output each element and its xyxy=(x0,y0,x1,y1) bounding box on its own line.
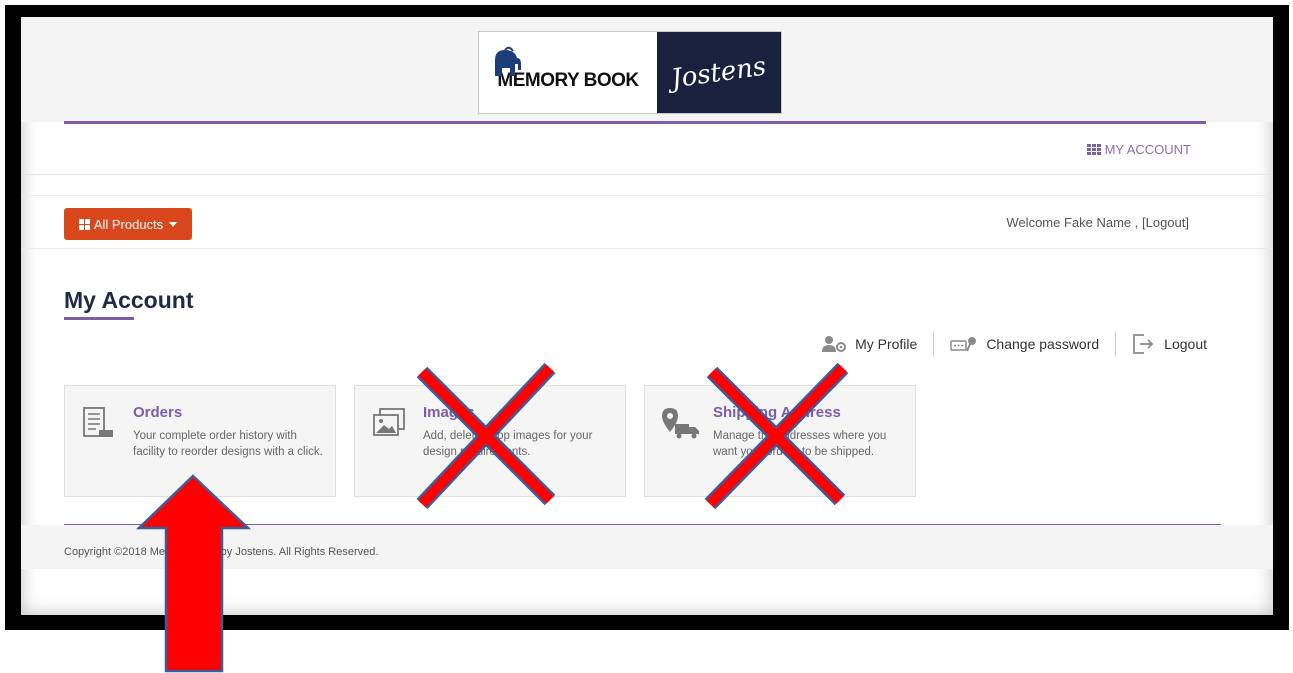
images-icon xyxy=(373,408,405,436)
logout-icon xyxy=(1133,334,1154,354)
grid-icon xyxy=(1086,144,1101,155)
change-password-link[interactable]: Change password xyxy=(934,335,1115,353)
my-profile-link[interactable]: My Profile xyxy=(805,335,933,353)
card-title[interactable]: Shipping Address xyxy=(713,404,841,421)
my-profile-label: My Profile xyxy=(855,336,918,352)
caret-down-icon xyxy=(169,221,178,227)
toolbar: All Products Welcome Fake Name , [Logout… xyxy=(21,195,1273,249)
my-account-link[interactable]: MY ACCOUNT xyxy=(1086,142,1191,157)
account-quick-links: My Profile Change password Logout xyxy=(805,332,1223,356)
brand-logo[interactable]: MEMORY BOOK Jostens xyxy=(478,31,782,114)
copyright-text: Copyright ©2018 Memory Book by Jostens. … xyxy=(64,546,379,558)
shipping-icon xyxy=(662,408,699,439)
change-password-label: Change password xyxy=(986,336,1100,352)
card-title[interactable]: Orders xyxy=(133,404,182,421)
key-icon xyxy=(950,337,977,352)
elephant-icon xyxy=(495,46,521,76)
welcome-text[interactable]: Welcome Fake Name , [Logout] xyxy=(1006,215,1189,230)
jostens-logo: Jostens xyxy=(657,32,781,113)
card-description: Manage the addresses where you want your… xyxy=(713,430,887,458)
site-header: MEMORY BOOK Jostens xyxy=(21,17,1273,122)
card-title[interactable]: Images xyxy=(423,404,475,421)
all-products-button[interactable]: All Products xyxy=(64,208,192,240)
site-footer: Copyright ©2018 Memory Book by Jostens. … xyxy=(21,525,1273,569)
browser-page: MEMORY BOOK Jostens MY ACCOUNT All Produ… xyxy=(21,17,1273,615)
card-orders[interactable]: Orders Your complete order history with … xyxy=(64,385,336,497)
memory-book-logo: MEMORY BOOK xyxy=(479,32,657,113)
profile-icon xyxy=(822,336,847,352)
my-account-label: MY ACCOUNT xyxy=(1104,142,1191,157)
all-products-label: All Products xyxy=(93,216,164,232)
screenshot-frame: MEMORY BOOK Jostens MY ACCOUNT All Produ… xyxy=(5,5,1289,630)
logout-label: Logout xyxy=(1164,336,1207,352)
page-title: My Account xyxy=(64,287,194,313)
jostens-wordmark: Jostens xyxy=(669,51,769,94)
logout-link[interactable]: Logout xyxy=(1116,333,1223,355)
card-description: Your complete order history with facilit… xyxy=(133,430,323,458)
card-shipping-address[interactable]: Shipping Address Manage the addresses wh… xyxy=(644,385,916,497)
top-navigation: MY ACCOUNT xyxy=(21,122,1273,175)
title-underline xyxy=(64,317,134,320)
card-description: Add, delete, crop images for your design… xyxy=(423,430,593,458)
orders-icon xyxy=(83,407,113,437)
card-images[interactable]: Images Add, delete, crop images for your… xyxy=(354,385,626,497)
grid-icon xyxy=(78,218,90,230)
